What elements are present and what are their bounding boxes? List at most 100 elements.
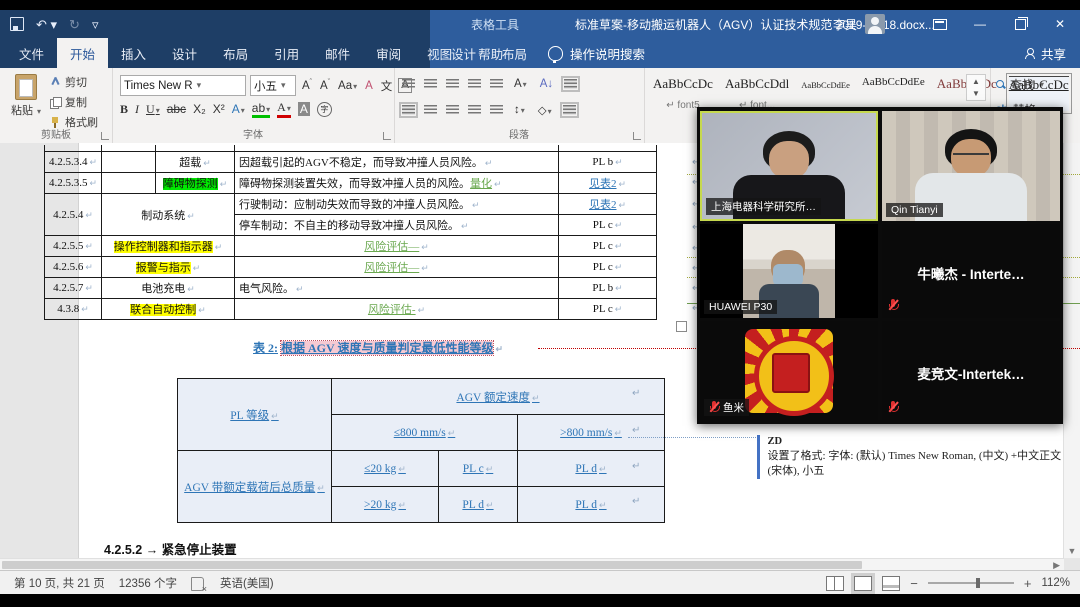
risk-table[interactable]: 4.2.5.3.4 超载 因超载引起的AGV不稳定，而导致冲撞人员风险。 PL … bbox=[44, 145, 657, 320]
paste-dropdown-icon[interactable]: ▾ bbox=[37, 107, 41, 116]
zoom-out-button[interactable]: − bbox=[910, 576, 918, 591]
page-indicator[interactable]: 第 10 页, 共 21 页 bbox=[14, 575, 105, 591]
tab-review[interactable]: 审阅 bbox=[363, 38, 414, 68]
bold-button[interactable]: B bbox=[120, 102, 128, 117]
tab-table-design[interactable]: 设计 bbox=[438, 38, 489, 68]
restore-button[interactable] bbox=[1000, 10, 1040, 38]
increase-indent-icon[interactable] bbox=[490, 79, 503, 89]
zoom-slider-thumb[interactable] bbox=[976, 578, 980, 588]
font-size-combo[interactable]: 小五▾ bbox=[250, 75, 296, 96]
audio-tile[interactable]: 牛曦杰 - Interte… bbox=[882, 224, 1060, 318]
quantify-link[interactable]: 量化 bbox=[470, 178, 492, 190]
zoom-slider[interactable] bbox=[928, 582, 1014, 584]
undo-icon[interactable]: ↶ ▾ bbox=[36, 18, 57, 31]
borders-button[interactable] bbox=[563, 105, 576, 115]
paste-button[interactable]: 粘贴 ▾ bbox=[8, 74, 44, 130]
cut-button[interactable]: 剪切 bbox=[50, 74, 98, 90]
close-button[interactable]: ✕ bbox=[1040, 10, 1080, 38]
pl-matrix-table[interactable]: PL 等级 AGV 额定速度 ≤800 mm/s >800 mm/s AGV 带… bbox=[177, 378, 665, 523]
share-button[interactable]: 共享 bbox=[1025, 38, 1066, 68]
distribute-icon[interactable] bbox=[490, 105, 503, 115]
asian-layout-button[interactable]: A▾ bbox=[512, 77, 529, 91]
tab-layout[interactable]: 布局 bbox=[210, 38, 261, 68]
tab-references[interactable]: 引用 bbox=[261, 38, 312, 68]
read-mode-button[interactable] bbox=[826, 576, 844, 591]
language-indicator[interactable]: 英语(美国) bbox=[220, 575, 274, 591]
subscript-button[interactable]: X₂ bbox=[193, 102, 206, 116]
font-family-combo[interactable]: Times New R▾ bbox=[120, 75, 246, 96]
tab-design[interactable]: 设计 bbox=[159, 38, 210, 68]
proofing-status-icon[interactable] bbox=[191, 577, 204, 591]
account-area[interactable]: 李昊 bbox=[833, 10, 885, 38]
risk-assessment-link[interactable]: 风险评估- bbox=[368, 304, 416, 316]
clear-formatting-button[interactable]: A bbox=[363, 79, 375, 93]
web-layout-button[interactable] bbox=[882, 576, 900, 591]
video-tile[interactable]: Qin Tianyi bbox=[882, 111, 1060, 221]
avatar[interactable] bbox=[865, 14, 885, 34]
revision-balloon[interactable]: ZD 设置了格式: 字体: (默认) Times New Roman, (中文)… bbox=[757, 435, 1063, 479]
align-right-icon[interactable] bbox=[446, 105, 459, 115]
bullets-icon[interactable] bbox=[402, 79, 415, 89]
risk-assessment-link[interactable]: 风险评估— bbox=[364, 241, 419, 253]
zoom-percent[interactable]: 112% bbox=[1041, 577, 1070, 589]
scroll-down-icon[interactable]: ▼ bbox=[1064, 546, 1080, 556]
video-conference-overlay[interactable]: 上海电器科学研究所… Qin Tianyi HUAWEI P30 牛曦杰 - I… bbox=[697, 107, 1063, 424]
styles-up-icon[interactable]: ▲ bbox=[972, 77, 980, 86]
tab-insert[interactable]: 插入 bbox=[108, 38, 159, 68]
qat-customize-icon[interactable]: ▿ bbox=[92, 18, 99, 31]
text-highlight-button[interactable]: ab▾ bbox=[252, 101, 270, 118]
copy-button[interactable]: 复制 bbox=[50, 94, 98, 110]
word-count[interactable]: 12356 个字 bbox=[119, 575, 177, 591]
font-dialog-launcher[interactable] bbox=[383, 132, 391, 140]
see-table2-link[interactable]: 见表2 bbox=[589, 178, 617, 190]
minimize-button[interactable]: — bbox=[960, 10, 1000, 38]
tab-file[interactable]: 文件 bbox=[6, 38, 57, 68]
find-button[interactable]: 查找▾ bbox=[996, 76, 1044, 93]
vertical-scrollbar[interactable]: ▼ bbox=[1063, 143, 1080, 558]
print-layout-button[interactable] bbox=[854, 576, 872, 591]
ribbon-display-options-button[interactable] bbox=[920, 10, 960, 38]
align-left-icon[interactable] bbox=[402, 105, 415, 115]
align-center-icon[interactable] bbox=[424, 105, 437, 115]
tab-table-layout[interactable]: 布局 bbox=[489, 38, 540, 68]
strikethrough-button[interactable]: abc bbox=[167, 102, 186, 116]
multilevel-list-icon[interactable] bbox=[446, 79, 459, 89]
font-color-button[interactable]: A▾ bbox=[277, 100, 291, 118]
underline-button[interactable]: U▾ bbox=[146, 102, 160, 117]
sort-button[interactable]: A↓ bbox=[538, 77, 555, 91]
justify-icon[interactable] bbox=[468, 105, 481, 115]
style-item-1[interactable]: AaBbCcDc ↵ font5 bbox=[653, 76, 713, 111]
show-hide-marks-icon[interactable] bbox=[564, 79, 577, 89]
avatar-tile[interactable]: 鱼米 bbox=[700, 321, 878, 420]
styles-gallery-scroll[interactable]: ▲ ▼ bbox=[966, 74, 986, 101]
shading-button[interactable]: ◇▾ bbox=[536, 102, 554, 118]
style-item-3[interactable]: AaBbCcDdEe bbox=[801, 76, 850, 111]
styles-down-icon[interactable]: ▼ bbox=[972, 89, 980, 98]
risk-assessment-link[interactable]: 风险评估— bbox=[364, 262, 419, 274]
horizontal-scroll-thumb[interactable] bbox=[2, 561, 862, 569]
shrink-font-button[interactable]: Aˇ bbox=[318, 78, 332, 93]
see-table2-link[interactable]: 见表2 bbox=[589, 199, 617, 211]
tab-mailings[interactable]: 邮件 bbox=[312, 38, 363, 68]
clipboard-dialog-launcher[interactable] bbox=[101, 132, 109, 140]
decrease-indent-icon[interactable] bbox=[468, 79, 481, 89]
change-case-button[interactable]: Aa▾ bbox=[336, 79, 359, 93]
tell-me-search[interactable]: 操作说明搜索 bbox=[548, 38, 645, 68]
superscript-button[interactable]: X² bbox=[213, 102, 225, 116]
enclose-characters-button[interactable]: 字 bbox=[317, 102, 332, 117]
table-resize-handle[interactable] bbox=[676, 321, 687, 332]
italic-button[interactable]: I bbox=[135, 102, 139, 117]
audio-tile[interactable]: 麦竞文-Intertek… bbox=[882, 321, 1060, 420]
style-item-4[interactable]: AaBbCcDdEe bbox=[862, 76, 925, 111]
grow-font-button[interactable]: Aˆ bbox=[300, 78, 314, 93]
text-effects-button[interactable]: A▾ bbox=[232, 102, 245, 116]
character-shading-button[interactable]: A bbox=[298, 102, 310, 116]
video-tile[interactable]: HUAWEI P30 bbox=[700, 224, 878, 318]
style-item-2[interactable]: AaBbCcDdl ↵ font... bbox=[725, 76, 789, 111]
zoom-in-button[interactable]: + bbox=[1024, 576, 1032, 591]
paragraph-dialog-launcher[interactable] bbox=[633, 132, 641, 140]
line-spacing-button[interactable]: ↕▾ bbox=[512, 103, 527, 117]
phonetic-guide-button[interactable]: 文 bbox=[379, 77, 395, 95]
save-icon[interactable] bbox=[10, 17, 24, 31]
tab-home[interactable]: 开始 bbox=[57, 38, 108, 68]
